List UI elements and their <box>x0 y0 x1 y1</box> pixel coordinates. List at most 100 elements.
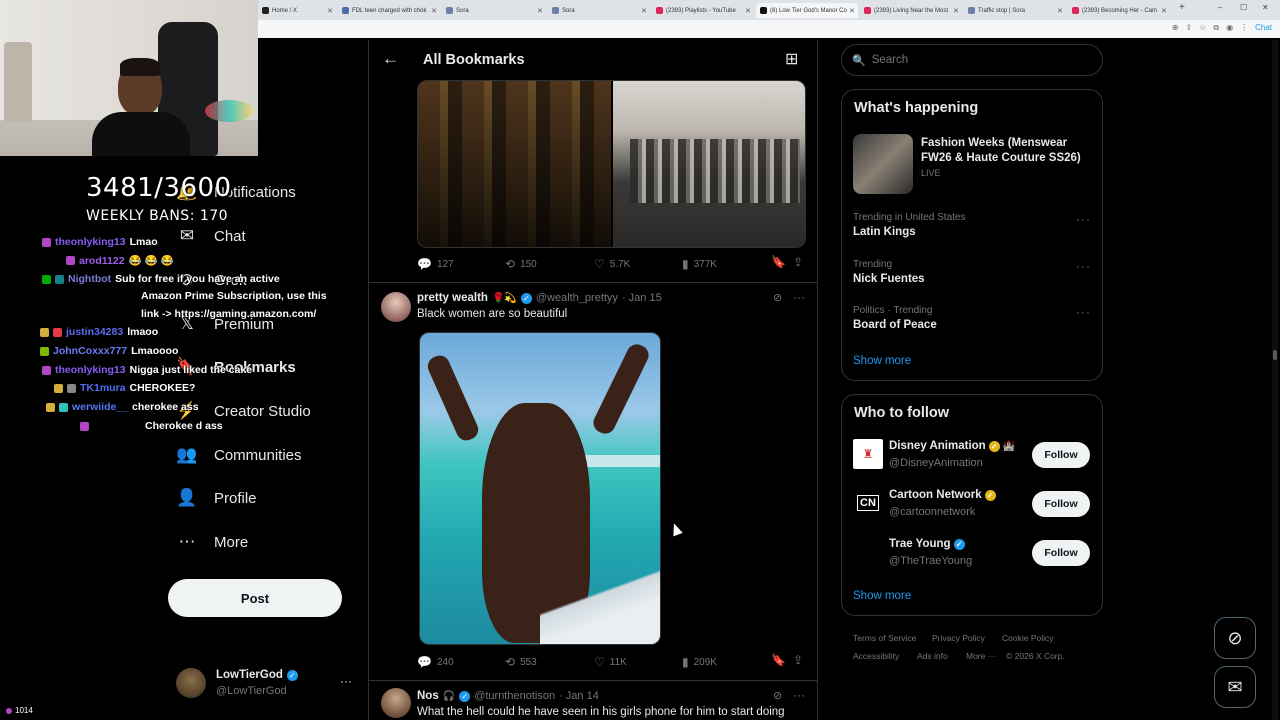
reply-button[interactable]: 💬 240 <box>417 655 454 669</box>
tab-close-icon[interactable]: ✕ <box>641 7 647 15</box>
nav-label: Communities <box>214 446 302 464</box>
new-tab-button[interactable]: + <box>1179 2 1185 13</box>
footer-link-terms[interactable]: Terms of Service <box>853 633 916 643</box>
follow-account-name[interactable]: Cartoon Network ✓ <box>889 489 996 501</box>
page-scrollbar[interactable] <box>1272 40 1278 720</box>
chat-browser-button[interactable]: Chat <box>1255 23 1272 33</box>
share-icon[interactable]: ⇪ <box>1186 23 1193 33</box>
footer-link-more[interactable]: More ··· <box>966 651 996 661</box>
featured-trend-title[interactable]: Fashion Weeks (Menswear FW26 & Haute Cou… <box>921 136 1091 166</box>
tab-close-icon[interactable]: ✕ <box>537 7 543 15</box>
grok-icon[interactable]: ⊘ <box>773 689 782 702</box>
show-more-trends-link[interactable]: Show more <box>853 355 911 367</box>
chat-text: Amazon Prime Subscription, use this <box>141 290 327 302</box>
grok-icon[interactable]: ⊘ <box>773 291 782 304</box>
tab-close-icon[interactable]: ✕ <box>745 7 751 15</box>
close-window-button[interactable]: ✕ <box>1262 3 1269 12</box>
browser-tab[interactable]: Home / X ✕ <box>258 3 336 18</box>
footer-copyright: © 2026 X Corp. <box>1006 651 1065 661</box>
profile-icon[interactable]: ◉ <box>1226 23 1233 33</box>
sub-badge-icon <box>42 237 51 247</box>
extensions-icon[interactable]: ⧉ <box>1213 23 1219 33</box>
scrollbar-thumb[interactable] <box>1273 350 1277 360</box>
trend-thumbnail <box>853 134 913 194</box>
tab-close-icon[interactable]: ✕ <box>849 7 855 15</box>
follow-account-name[interactable]: Disney Animation ✓ 🏰 <box>889 440 1015 452</box>
like-button[interactable]: ♡ 5.7K <box>594 257 630 271</box>
streamer-hair <box>120 58 160 76</box>
footer-link-privacy[interactable]: Privacy Policy <box>932 633 985 643</box>
search-input[interactable] <box>871 54 1072 66</box>
tab-close-icon[interactable]: ✕ <box>431 7 437 15</box>
person-icon: 👤 <box>176 488 198 507</box>
star-icon[interactable]: ☆ <box>1199 23 1206 33</box>
browser-tab[interactable]: (2393) Becoming Her - Cam ✕ <box>1068 3 1170 18</box>
share-post-icon[interactable]: ⇪ <box>793 653 803 667</box>
browser-tab[interactable]: Sora ✕ <box>442 3 546 18</box>
footer-link-cookie[interactable]: Cookie Policy <box>1002 633 1054 643</box>
trend-name[interactable]: Latin Kings <box>853 226 916 238</box>
repost-count: 150 <box>520 258 537 270</box>
account-more-icon[interactable]: ··· <box>340 674 352 688</box>
views-icon: ▮ <box>682 655 689 669</box>
views-button[interactable]: ▮ 377K <box>682 257 717 271</box>
new-bookmark-folder-icon[interactable]: ⊞ <box>785 49 798 69</box>
like-button[interactable]: ♡ 11K <box>594 655 627 669</box>
follow-button[interactable]: Follow <box>1032 442 1090 468</box>
post-button[interactable]: Post <box>168 579 342 617</box>
browser-tab[interactable]: (8) Low Tier God's Manor Co ✕ <box>756 3 858 18</box>
search-box[interactable]: 🔍 <box>841 44 1103 76</box>
bookmark-filled-icon[interactable]: 🔖 <box>771 255 786 269</box>
nav-more[interactable]: ⋯ More <box>176 532 249 552</box>
follow-account-name[interactable]: Trae Young ✓ <box>889 538 965 550</box>
avatar[interactable] <box>853 537 883 567</box>
post-author[interactable]: pretty wealth 🌹💫 ✓ @wealth_prettyy · Jan… <box>417 292 662 304</box>
footer-link-ads-info[interactable]: Ads info <box>917 651 948 661</box>
messages-floating-button[interactable]: ✉ <box>1214 666 1256 708</box>
trend-name[interactable]: Nick Fuentes <box>853 273 925 285</box>
browser-tab[interactable]: (2393) Living Near the Most ✕ <box>860 3 962 18</box>
viewer-count: 1014 <box>6 706 33 715</box>
grok-floating-button[interactable]: ⊘ <box>1214 617 1256 659</box>
avatar[interactable] <box>381 688 411 718</box>
minimize-button[interactable]: – <box>1218 3 1222 12</box>
account-switcher[interactable]: LowTierGod ✓ @LowTierGod ··· <box>176 668 356 702</box>
back-arrow-icon[interactable]: ← <box>382 49 399 69</box>
nav-chat[interactable]: ✉ Chat <box>176 226 246 246</box>
share-post-icon[interactable]: ⇪ <box>793 255 803 269</box>
browser-tab[interactable]: Sora ✕ <box>548 3 650 18</box>
tab-close-icon[interactable]: ✕ <box>327 7 333 15</box>
trend-more-icon[interactable]: ··· <box>1076 212 1091 226</box>
trend-more-icon[interactable]: ··· <box>1076 259 1091 273</box>
nav-profile[interactable]: 👤 Profile <box>176 488 256 508</box>
tab-close-icon[interactable]: ✕ <box>953 7 959 15</box>
post-author[interactable]: Nos 🎧 ✓ @turnthenotison · Jan 14 <box>417 690 599 702</box>
trend-more-icon[interactable]: ··· <box>1076 305 1091 319</box>
follow-button[interactable]: Follow <box>1032 491 1090 517</box>
footer-link-accessibility[interactable]: Accessibility <box>853 651 899 661</box>
maximize-button[interactable]: ☐ <box>1240 3 1247 12</box>
trend-name[interactable]: Board of Peace <box>853 319 937 331</box>
post-more-icon[interactable]: ··· <box>793 290 805 304</box>
menu-icon[interactable]: ⋮ <box>1240 23 1248 33</box>
tab-close-icon[interactable]: ✕ <box>1161 7 1167 15</box>
repost-button[interactable]: ⟲ 150 <box>505 257 537 271</box>
views-button[interactable]: ▮ 209K <box>682 655 717 669</box>
avatar[interactable] <box>381 292 411 322</box>
nav-communities[interactable]: 👥 Communities <box>176 445 302 465</box>
tab-close-icon[interactable]: ✕ <box>1057 7 1063 15</box>
avatar[interactable]: CN <box>853 488 883 518</box>
repost-button[interactable]: ⟲ 553 <box>505 655 537 669</box>
bookmark-filled-icon[interactable]: 🔖 <box>771 653 786 667</box>
browser-tab[interactable]: Traffic stop | Sora ✕ <box>964 3 1066 18</box>
browser-tab[interactable]: FDL teen charged with chok ✕ <box>338 3 440 18</box>
post-media[interactable] <box>419 332 661 645</box>
follow-button[interactable]: Follow <box>1032 540 1090 566</box>
post-more-icon[interactable]: ··· <box>793 688 805 702</box>
reply-button[interactable]: 💬 127 <box>417 257 454 271</box>
browser-tab[interactable]: (2393) Playlists - YouTube ✕ <box>652 3 754 18</box>
avatar[interactable]: ♜ <box>853 439 883 469</box>
show-more-follow-link[interactable]: Show more <box>853 590 911 602</box>
post-media[interactable] <box>417 80 806 248</box>
zoom-icon[interactable]: ⊕ <box>1172 23 1179 33</box>
